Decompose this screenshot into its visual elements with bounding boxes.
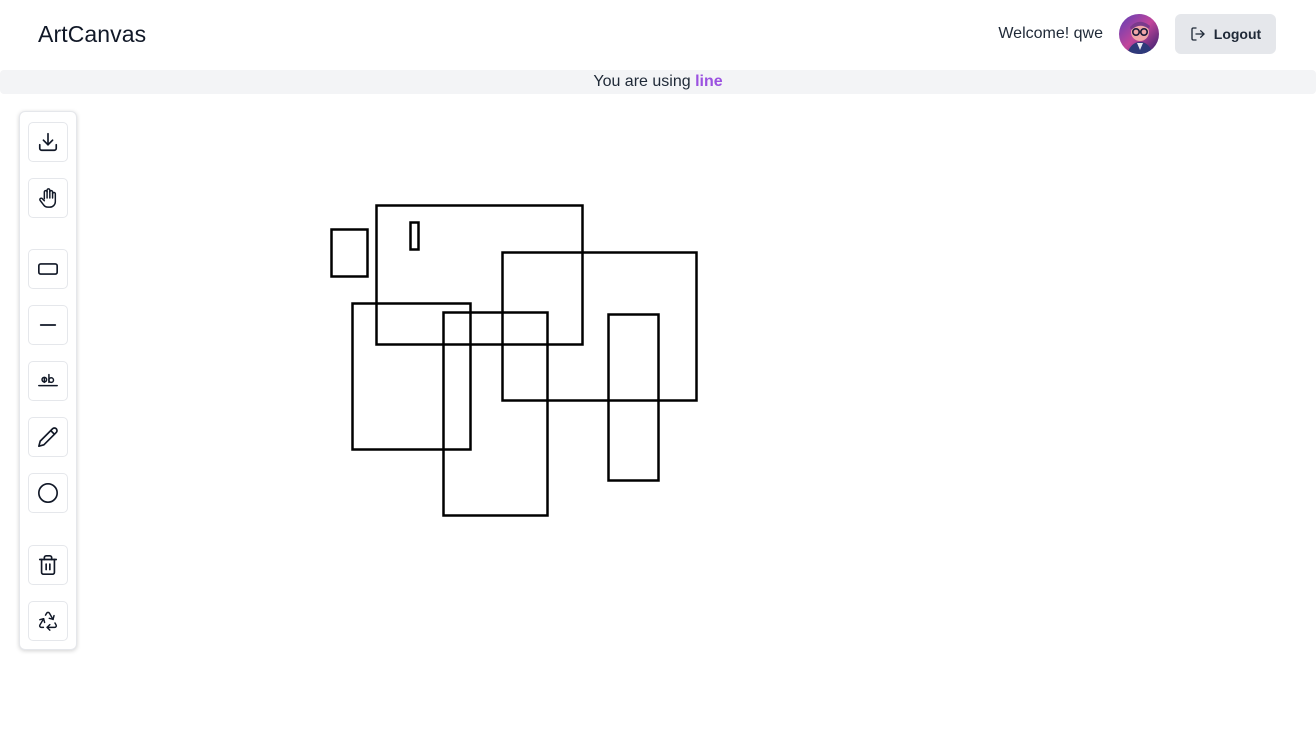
- app-header: ArtCanvas Welcome! qwe Logout: [0, 0, 1316, 70]
- download-button[interactable]: [28, 122, 68, 162]
- tool-panel: [19, 111, 77, 650]
- logout-button[interactable]: Logout: [1175, 14, 1276, 54]
- circle-tool-button[interactable]: [28, 473, 68, 513]
- line-icon: [39, 324, 57, 326]
- pencil-tool-button[interactable]: [28, 417, 68, 457]
- avatar-image: [1119, 14, 1159, 54]
- current-tool-name: line: [695, 73, 723, 90]
- recycle-icon: [39, 611, 57, 631]
- canvas-rectangle[interactable]: [351, 302, 472, 451]
- delete-button[interactable]: [28, 545, 68, 585]
- canvas-rectangle[interactable]: [501, 251, 698, 402]
- canvas-rectangle[interactable]: [442, 311, 549, 517]
- pan-tool-button[interactable]: [28, 178, 68, 218]
- pencil-icon: [38, 427, 58, 447]
- line-tool-button[interactable]: [28, 305, 68, 345]
- download-icon: [38, 132, 58, 152]
- avatar[interactable]: [1119, 14, 1159, 54]
- canvas-rectangle[interactable]: [330, 228, 369, 278]
- canvas-rectangle[interactable]: [375, 204, 584, 346]
- current-tool-status: You are using line: [0, 70, 1316, 94]
- rectangle-icon: [38, 263, 58, 275]
- hand-icon: [39, 188, 57, 208]
- recycle-button[interactable]: [28, 601, 68, 641]
- trash-icon: [38, 555, 58, 575]
- status-prefix: You are using: [593, 73, 696, 90]
- circle-icon: [38, 483, 58, 503]
- logout-icon: [1191, 27, 1205, 41]
- text-tool-button[interactable]: [28, 361, 68, 401]
- welcome-text: Welcome! qwe: [998, 25, 1103, 42]
- app-title: ArtCanvas: [38, 21, 147, 47]
- logout-label: Logout: [1213, 26, 1262, 42]
- drawing-canvas[interactable]: [0, 94, 1316, 742]
- canvas-rectangle[interactable]: [607, 313, 660, 482]
- rectangle-tool-button[interactable]: [28, 249, 68, 289]
- canvas-rectangle[interactable]: [409, 221, 420, 251]
- text-icon: [38, 373, 58, 387]
